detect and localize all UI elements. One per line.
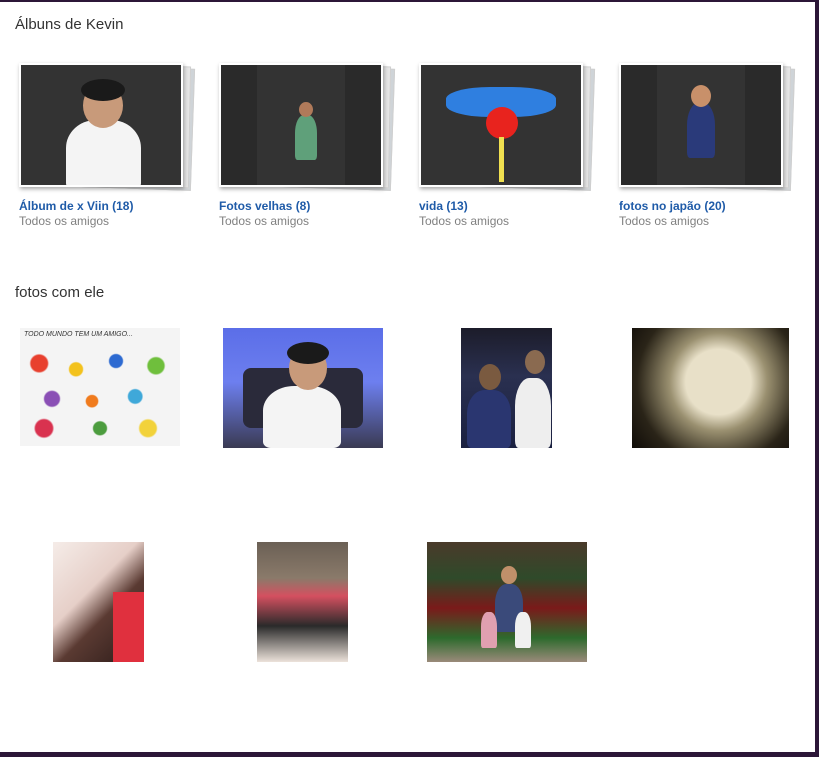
- album-name-link[interactable]: vida (13): [419, 199, 468, 213]
- girl-and-boy-photo[interactable]: [53, 542, 144, 662]
- albums-section-title: Álbuns de Kevin: [15, 16, 124, 33]
- photo-caption: TODO MUNDO TEM UM AMIGO...: [24, 331, 133, 338]
- album-privacy: Todos os amigos: [419, 214, 510, 228]
- album-cover-stack[interactable]: [419, 63, 599, 191]
- family-christmas-tree-photo[interactable]: [427, 542, 587, 662]
- album-cover-stack[interactable]: [219, 63, 399, 191]
- girl-sepia-photo[interactable]: [632, 328, 789, 448]
- album-name-link[interactable]: Álbum de x Viin (18): [19, 199, 133, 213]
- album-privacy: Todos os amigos: [19, 214, 110, 228]
- album-card[interactable]: fotos no japão (20) Todos os amigos: [619, 63, 809, 228]
- album-privacy: Todos os amigos: [619, 214, 710, 228]
- boy-on-couch-photo[interactable]: [19, 63, 183, 187]
- clown-nose-photo[interactable]: [419, 63, 583, 187]
- album-name-link[interactable]: fotos no japão (20): [619, 199, 726, 213]
- album-card[interactable]: Álbum de x Viin (18) Todos os amigos: [19, 63, 209, 228]
- photos-section-title: fotos com ele: [15, 284, 105, 301]
- album-card[interactable]: Fotos velhas (8) Todos os amigos: [219, 63, 409, 228]
- album-card[interactable]: vida (13) Todos os amigos: [419, 63, 609, 228]
- album-cover-stack[interactable]: [19, 63, 199, 191]
- album-cover-stack[interactable]: [619, 63, 799, 191]
- boy-on-couch-photo[interactable]: [223, 328, 383, 448]
- boy-in-yukata-photo[interactable]: [619, 63, 783, 187]
- cartoon-collage-photo[interactable]: TODO MUNDO TEM UM AMIGO...: [20, 328, 180, 446]
- kids-in-car-photo[interactable]: [257, 542, 348, 662]
- two-kids-photo[interactable]: [461, 328, 552, 448]
- album-privacy: Todos os amigos: [219, 214, 310, 228]
- album-name-link[interactable]: Fotos velhas (8): [219, 199, 310, 213]
- boy-in-field-photo[interactable]: [219, 63, 383, 187]
